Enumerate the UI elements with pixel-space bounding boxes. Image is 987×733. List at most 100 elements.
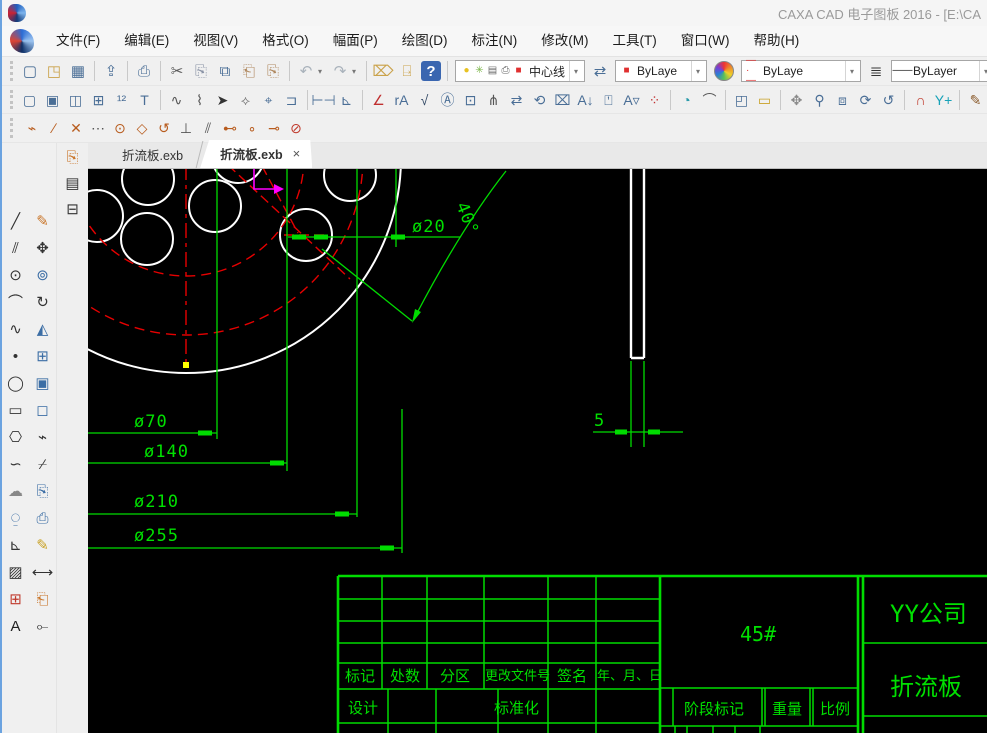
paste-icon[interactable]: ⎗	[237, 59, 261, 83]
text-delete-icon[interactable]: ⌧	[551, 88, 574, 112]
paste-special-icon[interactable]: ⎘	[261, 59, 285, 83]
clamp-tool-icon[interactable]: ⊐	[280, 88, 303, 112]
dimension-icon[interactable]: ⟷	[30, 560, 55, 584]
clip-box-icon[interactable]: ◻	[30, 398, 55, 422]
layer-print-icon[interactable]: ⎙	[499, 62, 512, 80]
lasso-select-icon[interactable]: ⟜	[30, 614, 55, 638]
shape-select-icon[interactable]: ⟡	[234, 88, 257, 112]
spline-icon[interactable]: ∿	[3, 317, 28, 341]
linetype-manager-icon[interactable]: ≣	[864, 59, 888, 83]
move-icon[interactable]: ✥	[30, 236, 55, 260]
bom-table-icon[interactable]: T	[133, 88, 156, 112]
layer-combo[interactable]: ● ✳ ▤ ⎙ ■ 中心线 ▾	[455, 60, 586, 82]
part-number-icon[interactable]: ¹²	[110, 88, 133, 112]
tab-close-icon[interactable]: ×	[291, 146, 303, 161]
text-box-icon[interactable]: ⍞	[597, 88, 620, 112]
pie-view-icon[interactable]: ◔	[675, 88, 698, 112]
parallel-line-icon[interactable]: ⫽	[3, 236, 28, 260]
table-add-icon[interactable]: ⊞	[3, 587, 28, 611]
copy-entity-icon[interactable]: ⊚	[30, 263, 55, 287]
snap-intersection-icon[interactable]: ✕	[65, 116, 87, 140]
filter-icon[interactable]: Y+	[932, 88, 955, 112]
copy-icon[interactable]: ⎘	[189, 59, 213, 83]
linetype-sample-icon[interactable]: —·—	[746, 56, 759, 86]
lineweight-combo-caret-icon[interactable]: ▾	[979, 61, 987, 81]
paper-frame-icon[interactable]: ▢	[18, 88, 41, 112]
zoom-window-icon[interactable]: ⧈	[831, 88, 854, 112]
measure-ruler-icon[interactable]: ▭	[753, 88, 776, 112]
lineweight-combo[interactable]: —— ByLayer ▾	[891, 60, 987, 82]
arc-text-icon[interactable]: ⌒	[698, 88, 721, 112]
snap-connect-icon[interactable]: ⊷	[219, 116, 241, 140]
circle-icon[interactable]: ⊙	[3, 263, 28, 287]
snap-node-icon[interactable]: ∘	[241, 116, 263, 140]
menu-dimension[interactable]: 标注(N)	[460, 26, 530, 56]
menu-view[interactable]: 视图(V)	[181, 26, 250, 56]
part-save-icon[interactable]: ⇪	[99, 59, 123, 83]
dim-t5[interactable]: 5	[594, 411, 605, 431]
hatch-icon[interactable]: ▨	[3, 560, 28, 584]
coordinate-axes-icon[interactable]: ⊾	[335, 88, 358, 112]
snap-extension-icon[interactable]: ⋯	[87, 116, 109, 140]
snap-center-icon[interactable]: ⊙	[109, 116, 131, 140]
snap-off-icon[interactable]: ⊘	[285, 116, 307, 140]
help-icon[interactable]: ?	[421, 61, 441, 81]
color-combo-caret-icon[interactable]: ▾	[691, 61, 704, 81]
leader-text-icon[interactable]: rA	[390, 88, 413, 112]
chamfer-dim-icon[interactable]: ∠	[367, 88, 390, 112]
color-palette-icon[interactable]	[714, 61, 735, 81]
polygon-icon[interactable]: ⎔	[3, 425, 28, 449]
linetype-combo-caret-icon[interactable]: ▾	[845, 61, 858, 81]
menu-file[interactable]: 文件(F)	[44, 26, 112, 56]
layer-settings-icon[interactable]: ⇄	[588, 59, 612, 83]
dim-d70[interactable]: ø70	[134, 412, 168, 432]
mirror-icon[interactable]: ◭	[30, 317, 55, 341]
rectangle-icon[interactable]: ▭	[3, 398, 28, 422]
snap-parallel-icon[interactable]: ⫽	[197, 116, 219, 140]
layer-frozen-sun-icon[interactable]: ✳	[473, 62, 486, 80]
dim-a40[interactable]: 40°	[451, 199, 482, 238]
view-manager-icon[interactable]: ⎙	[30, 506, 55, 530]
trim-icon[interactable]: ⌿	[30, 452, 55, 476]
linetype-combo[interactable]: —·— ByLaye ▾	[741, 56, 862, 86]
curve-split-icon[interactable]: ⋔	[482, 88, 505, 112]
ole-object-icon[interactable]: ⍈	[395, 59, 419, 83]
rotate-icon[interactable]: ↻	[30, 290, 55, 314]
sheet-insert-icon[interactable]: ⎘	[60, 145, 86, 169]
dim-d210[interactable]: ø210	[134, 492, 179, 512]
layer-on-bulb-icon[interactable]: ●	[460, 62, 473, 80]
zoom-icon[interactable]: ⚲	[808, 88, 831, 112]
text-icon[interactable]: A	[3, 614, 28, 638]
tolerance-frame-icon[interactable]: ⊡	[459, 88, 482, 112]
lineweight-sample-icon[interactable]: ——	[893, 62, 913, 80]
snap-magnet-icon[interactable]: ∩	[909, 88, 932, 112]
save-file-icon[interactable]: ▦	[66, 59, 90, 83]
print-icon[interactable]: ⎙	[132, 59, 156, 83]
circle-select-icon[interactable]: ⌖	[257, 88, 280, 112]
copy-with-basepoint-icon[interactable]: ⧉	[213, 59, 237, 83]
layer-lock-icon[interactable]: ▤	[486, 62, 499, 80]
redo-icon[interactable]: ↷	[328, 59, 352, 83]
cad-drawing[interactable]: ø70 ø140 ø210 ø255 ø20 40° 5 标记 处数 分区 更改…	[88, 169, 987, 733]
tab-document-1[interactable]: 折流板.exb	[102, 141, 204, 168]
properties-panel-icon[interactable]: ⊟	[60, 197, 86, 221]
text-rotate-icon[interactable]: ⟲	[528, 88, 551, 112]
snap-nearest-icon[interactable]: ⊸	[263, 116, 285, 140]
pan-view-icon[interactable]: ✥	[785, 88, 808, 112]
dim-d255[interactable]: ø255	[134, 526, 179, 546]
stamp-icon[interactable]: ⍜	[3, 506, 28, 530]
zigzag-line-icon[interactable]: ⌇	[188, 88, 211, 112]
layer-color-chip-icon[interactable]: ■	[512, 62, 525, 80]
snap-tangent-icon[interactable]: ↺	[153, 116, 175, 140]
local-axes-icon[interactable]: ⊾	[3, 533, 28, 557]
undo-dropdown-icon[interactable]: ▾	[318, 67, 328, 76]
menu-tools[interactable]: 工具(T)	[601, 26, 669, 56]
snap-midpoint-icon[interactable]: ∕	[43, 116, 65, 140]
closed-curve-icon[interactable]: ∽	[3, 452, 28, 476]
title-block-icon[interactable]: ◫	[64, 88, 87, 112]
current-color-chip-icon[interactable]: ■	[620, 62, 633, 80]
frame-template-icon[interactable]: ▣	[41, 88, 64, 112]
table-grid-icon[interactable]: ⊞	[87, 88, 110, 112]
line-icon[interactable]: ╱	[3, 209, 28, 233]
snap-perpendicular-icon[interactable]: ⊥	[175, 116, 197, 140]
